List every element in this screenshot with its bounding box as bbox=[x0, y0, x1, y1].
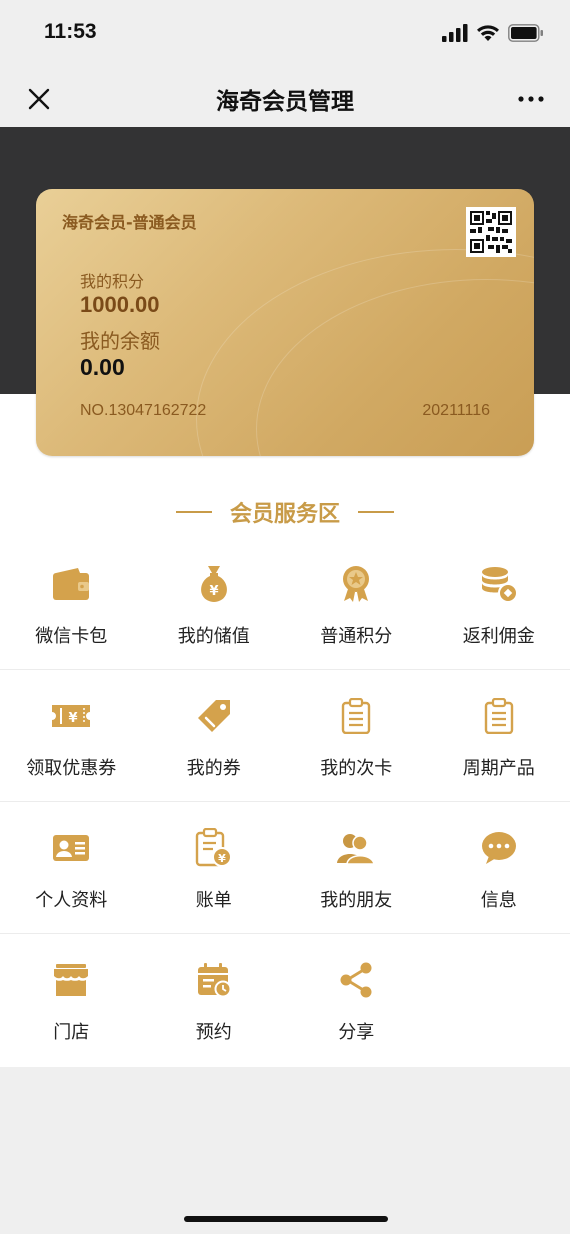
service-rebate-commission[interactable]: 返利佣金 bbox=[428, 538, 570, 670]
service-my-session-card[interactable]: 我的次卡 bbox=[285, 670, 428, 802]
heading-divider bbox=[175, 511, 212, 513]
svg-text:¥: ¥ bbox=[209, 584, 218, 599]
service-periodic-products[interactable]: 周期产品 bbox=[428, 670, 570, 802]
money-bag-icon: ¥ bbox=[194, 564, 234, 604]
member-card[interactable]: 海奇会员-普通会员 我的积分 1000.00 我的余额 0.00 NO.1304… bbox=[36, 189, 534, 456]
wifi-icon bbox=[477, 25, 499, 41]
clipboard-icon bbox=[336, 696, 376, 736]
service-label: 微信卡包 bbox=[35, 626, 108, 647]
ticket-icon: ¥ bbox=[51, 696, 91, 736]
service-my-coupons[interactable]: 我的券 bbox=[143, 670, 286, 802]
service-regular-points[interactable]: 普通积分 bbox=[285, 538, 428, 670]
share-icon bbox=[336, 960, 376, 1000]
more-icon bbox=[518, 96, 544, 102]
service-label: 分享 bbox=[338, 1022, 375, 1043]
services-row: 微信卡包 ¥ 我的储值 普通积分 返利佣金 bbox=[0, 538, 570, 670]
balance-label: 我的余额 bbox=[80, 329, 160, 353]
battery-icon bbox=[508, 24, 543, 42]
services-grid: 微信卡包 ¥ 我的储值 普通积分 返利佣金 ¥ 领取优惠券 我的券 我的次卡 周… bbox=[0, 538, 570, 1066]
calendar-icon bbox=[194, 960, 234, 1000]
service-my-friends[interactable]: 我的朋友 bbox=[285, 802, 428, 934]
service-messages[interactable]: 信息 bbox=[428, 802, 570, 934]
services-row: ¥ 领取优惠券 我的券 我的次卡 周期产品 bbox=[0, 670, 570, 802]
status-time: 11:53 bbox=[44, 20, 97, 43]
friends-icon bbox=[336, 828, 376, 868]
card-number: NO.13047162722 bbox=[80, 402, 207, 419]
status-bar: 11:53 bbox=[0, 0, 570, 70]
qr-code-icon bbox=[470, 211, 512, 253]
home-indicator[interactable] bbox=[184, 1216, 388, 1222]
service-label: 账单 bbox=[195, 890, 232, 911]
points-value: 1000.00 bbox=[80, 292, 160, 317]
service-label: 个人资料 bbox=[35, 890, 108, 911]
services-row: 门店 预约 分享 bbox=[0, 934, 570, 1066]
section-heading: 会员服务区 bbox=[0, 496, 570, 528]
section-title: 会员服务区 bbox=[229, 502, 340, 527]
service-label: 普通积分 bbox=[320, 626, 393, 647]
service-share[interactable]: 分享 bbox=[285, 934, 428, 1066]
service-label: 我的朋友 bbox=[320, 890, 393, 911]
balance-value: 0.00 bbox=[80, 354, 125, 380]
wallet-icon bbox=[51, 564, 91, 604]
status-icons bbox=[442, 24, 544, 42]
service-label: 预约 bbox=[195, 1022, 232, 1043]
card-title: 海奇会员-普通会员 bbox=[62, 213, 197, 232]
service-label: 门店 bbox=[53, 1022, 90, 1043]
service-label: 返利佣金 bbox=[462, 626, 535, 647]
service-bill[interactable]: ¥ 账单 bbox=[143, 802, 286, 934]
clipboard-icon bbox=[479, 696, 519, 736]
service-claim-coupon[interactable]: ¥ 领取优惠券 bbox=[0, 670, 143, 802]
service-wechat-cardbag[interactable]: 微信卡包 bbox=[0, 538, 143, 670]
store-icon bbox=[51, 960, 91, 1000]
service-label: 我的券 bbox=[186, 758, 241, 779]
qr-code[interactable] bbox=[466, 207, 516, 257]
page-title: 海奇会员管理 bbox=[216, 89, 354, 115]
service-label: 我的储值 bbox=[177, 626, 250, 647]
signal-icon bbox=[442, 24, 468, 42]
service-appointment[interactable]: 预约 bbox=[143, 934, 286, 1066]
card-date: 20211116 bbox=[422, 402, 490, 419]
service-label: 领取优惠券 bbox=[26, 758, 117, 779]
more-button[interactable] bbox=[514, 84, 548, 114]
tag-icon bbox=[194, 696, 234, 736]
service-profile[interactable]: 个人资料 bbox=[0, 802, 143, 934]
chat-bubble-icon bbox=[479, 828, 519, 868]
heading-divider bbox=[358, 511, 394, 513]
coins-icon bbox=[479, 564, 519, 604]
service-label: 周期产品 bbox=[462, 758, 535, 779]
service-store[interactable]: 门店 bbox=[0, 934, 143, 1066]
points-label: 我的积分 bbox=[80, 272, 145, 291]
service-label: 我的次卡 bbox=[320, 758, 393, 779]
id-card-icon bbox=[51, 828, 91, 868]
medal-icon bbox=[336, 564, 376, 604]
navigation-bar: 海奇会员管理 bbox=[0, 70, 570, 127]
svg-text:¥: ¥ bbox=[69, 711, 78, 726]
service-label: 信息 bbox=[480, 890, 517, 911]
svg-text:¥: ¥ bbox=[218, 852, 226, 865]
service-my-stored-value[interactable]: ¥ 我的储值 bbox=[143, 538, 286, 670]
bill-icon: ¥ bbox=[194, 828, 234, 868]
services-row: 个人资料 ¥ 账单 我的朋友 信息 bbox=[0, 802, 570, 934]
